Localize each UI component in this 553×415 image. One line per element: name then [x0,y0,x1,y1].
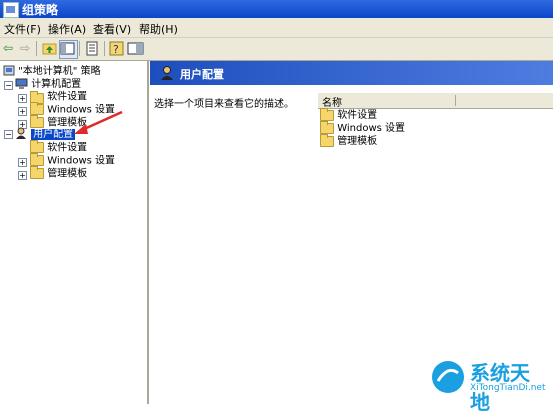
folder-icon [320,120,334,134]
menu-file[interactable]: 文件(F) [4,21,41,37]
list-item[interactable]: 软件设置 [320,107,378,122]
tree-user-windows-settings[interactable]: Windows 设置 [30,153,116,167]
expander-plus[interactable]: + [18,158,27,167]
toolbar: ⇦ ⇨ ? [0,38,553,61]
computer-icon [15,78,28,89]
list-item[interactable]: 管理模板 [320,133,378,148]
back-arrow-icon[interactable]: ⇦ [3,42,13,54]
expander-plus[interactable]: + [18,107,27,116]
annotation-arrow-icon [74,110,123,134]
user-config-header-icon [161,66,173,80]
list-item[interactable]: Windows 设置 [320,120,406,135]
folder-icon [30,102,44,115]
tree-item-label: 软件设置 [47,142,88,154]
folder-icon [320,107,334,121]
menu-view[interactable]: 查看(V) [93,21,131,37]
help-icon[interactable]: ? [108,40,125,57]
properties-pane-icon[interactable] [127,40,144,57]
tree-user-admin-templates[interactable]: 管理模板 [30,166,88,180]
user-config-icon [16,127,26,139]
description-text: 选择一个项目来查看它的描述。 [154,99,294,110]
watermark-url: XiTongTianDi.net [470,383,546,393]
export-list-icon[interactable] [84,40,101,57]
menu-bar: 文件(F) 操作(A) 查看(V) 帮助(H) [0,18,553,38]
watermark-logo-icon [432,361,464,393]
tree-user-software-settings[interactable]: 软件设置 [30,140,88,154]
tree-computer-config-label: 计算机配置 [31,79,82,90]
folder-icon [30,153,44,166]
up-one-level-icon[interactable] [41,40,58,57]
folder-icon [320,133,334,147]
details-header: 用户配置 [150,61,553,85]
tree-root-label: "本地计算机" 策略 [18,66,101,77]
folder-icon [30,166,44,179]
user-config-expander[interactable]: − [4,130,13,139]
tree-item-label: Windows 设置 [47,155,116,167]
list-item-label: Windows 设置 [337,123,406,134]
list-column-header[interactable]: 名称 [318,93,553,109]
svg-text:?: ? [113,43,119,56]
folder-icon [30,140,44,153]
menu-help[interactable]: 帮助(H) [139,21,178,37]
tree-item-label: 软件设置 [47,91,88,103]
local-policy-icon [3,65,15,76]
expander-plus[interactable]: + [18,94,27,103]
tree-root[interactable]: "本地计算机" 策略 [3,65,101,77]
toolbar-separator [36,41,37,56]
list-item-label: 软件设置 [337,110,378,121]
list-item-label: 管理模板 [337,136,378,147]
details-header-title: 用户配置 [180,68,224,81]
toolbar-separator [79,41,80,56]
tree-item-label: 管理模板 [47,168,88,180]
toolbar-separator [104,41,105,56]
expander-plus[interactable]: + [18,171,27,180]
column-separator[interactable] [455,95,456,106]
window-title: 组策略 [22,3,59,17]
window-title-bar: 组策略 [0,0,553,18]
show-hide-tree-icon[interactable] [59,40,78,59]
group-policy-app-icon [3,2,19,18]
details-pane: 用户配置 选择一个项目来查看它的描述。 名称 软件设置 Windows 设置 管… [150,61,553,404]
menu-action[interactable]: 操作(A) [48,21,86,37]
forward-arrow-icon[interactable]: ⇨ [20,42,30,54]
computer-config-expander[interactable]: − [4,81,13,90]
watermark: 系统天地 XiTongTianDi.net [430,355,548,414]
tree-computer-config[interactable]: 计算机配置 [15,78,81,90]
tree-computer-software-settings[interactable]: 软件设置 [30,91,88,104]
